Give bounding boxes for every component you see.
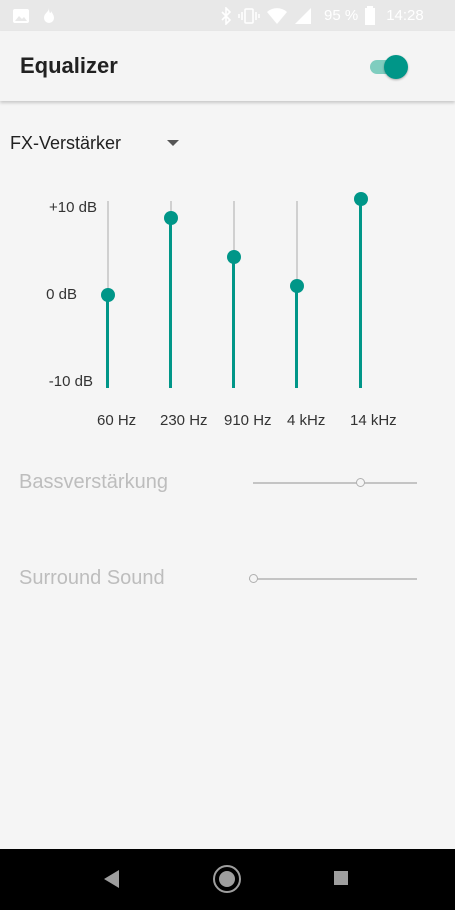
- clock: 14:28: [386, 7, 424, 24]
- fire-icon: [44, 7, 54, 23]
- eq-band-fill: [106, 295, 109, 388]
- surround-sound-label: Surround Sound: [19, 567, 165, 589]
- eq-band-fill: [359, 198, 362, 388]
- vibrate-icon: [238, 7, 260, 24]
- home-icon[interactable]: [213, 865, 241, 893]
- notification-icons: [12, 0, 58, 31]
- wifi-icon: [267, 7, 287, 24]
- equalizer-toggle[interactable]: [368, 55, 410, 79]
- scale-max-label: +10 dB: [49, 199, 97, 216]
- eq-band-knob[interactable]: [290, 278, 304, 293]
- system-icons: 95 % 14:28: [220, 0, 424, 31]
- signal-icon: [295, 7, 311, 24]
- back-icon[interactable]: [104, 870, 119, 888]
- dropdown-arrow-icon: [167, 140, 179, 146]
- scale-min-label: -10 dB: [48, 373, 93, 390]
- eq-band-knob[interactable]: [354, 191, 368, 206]
- navigation-bar: [0, 849, 455, 910]
- bass-slider-track: [253, 482, 417, 484]
- surround-slider-track: [249, 578, 417, 580]
- eq-band-fill: [295, 285, 298, 388]
- recents-icon[interactable]: [334, 871, 348, 885]
- battery-percent: 95 %: [324, 7, 359, 24]
- eq-band-knob[interactable]: [101, 288, 115, 302]
- eq-band-frequency-label: 230 Hz: [160, 412, 208, 429]
- eq-band-frequency-label: 60 Hz: [97, 412, 137, 429]
- preset-label: FX-Verstärker: [10, 132, 122, 153]
- surround-slider-thumb: [249, 574, 258, 583]
- bluetooth-icon: [221, 6, 232, 25]
- image-icon: [13, 8, 29, 23]
- eq-band-frequency-label: 14 kHz: [350, 412, 397, 429]
- eq-band-frequency-label: 910 Hz: [224, 412, 272, 429]
- toggle-thumb: [384, 55, 408, 79]
- bass-boost-slider[interactable]: [253, 478, 417, 488]
- bass-boost-label: Bassverstärkung: [19, 471, 168, 493]
- eq-band-frequency-label: 4 kHz: [287, 412, 326, 429]
- page-title: Equalizer: [20, 53, 118, 78]
- eq-band-fill: [169, 218, 172, 388]
- surround-sound-slider[interactable]: [249, 574, 417, 584]
- eq-band-knob[interactable]: [227, 250, 241, 265]
- eq-band-knob[interactable]: [164, 211, 178, 226]
- battery-icon: [365, 5, 376, 25]
- status-bar: 95 % 14:28: [0, 0, 455, 31]
- preset-dropdown[interactable]: FX-Verstärker: [10, 130, 179, 156]
- app-bar: Equalizer: [0, 31, 455, 101]
- eq-band-fill: [232, 257, 235, 388]
- scale-zero-label: 0 dB: [46, 286, 77, 303]
- bass-slider-thumb: [356, 478, 366, 487]
